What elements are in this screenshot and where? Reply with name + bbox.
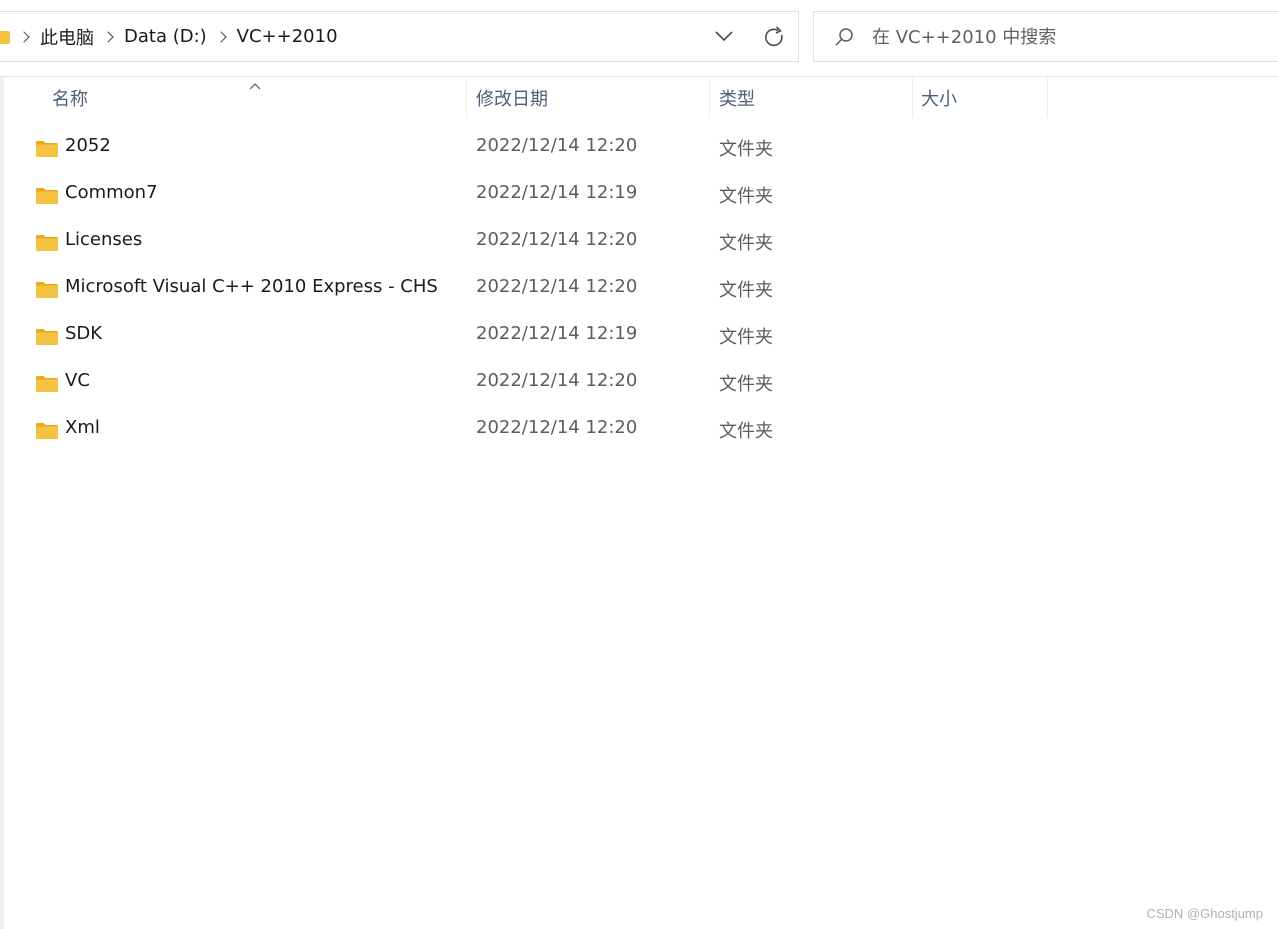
folder-icon: [35, 140, 59, 158]
column-divider[interactable]: [709, 78, 710, 118]
watermark: CSDN @Ghostjump: [1146, 906, 1263, 921]
file-name: VC: [65, 370, 90, 391]
search-input[interactable]: [872, 22, 1252, 52]
file-type: 文件夹: [719, 374, 773, 395]
file-date: 2022/12/14 12:20: [476, 135, 638, 156]
folder-icon: [35, 375, 59, 393]
refresh-icon[interactable]: [760, 23, 788, 51]
toolbar-divider: [0, 76, 1278, 77]
file-row[interactable]: Common7 2022/12/14 12:19 文件夹: [30, 174, 1030, 214]
file-row[interactable]: 2052 2022/12/14 12:20 文件夹: [30, 127, 1030, 167]
breadcrumb: 此电脑 Data (D:) VC++2010: [0, 12, 338, 61]
folder-icon: [0, 29, 10, 45]
column-divider[interactable]: [1047, 78, 1048, 118]
chevron-right-icon[interactable]: [215, 30, 227, 43]
file-row[interactable]: Xml 2022/12/14 12:20 文件夹: [30, 409, 1030, 449]
file-type: 文件夹: [719, 327, 773, 348]
file-type: 文件夹: [719, 139, 773, 160]
breadcrumb-item-data-drive[interactable]: Data (D:): [124, 26, 207, 47]
file-name: 2052: [65, 135, 111, 156]
column-divider[interactable]: [466, 78, 467, 118]
file-type: 文件夹: [719, 280, 773, 301]
column-header-type[interactable]: 类型: [719, 78, 911, 118]
column-divider[interactable]: [912, 78, 913, 118]
file-date: 2022/12/14 12:19: [476, 323, 638, 344]
column-header-date[interactable]: 修改日期: [476, 78, 708, 118]
file-row[interactable]: VC 2022/12/14 12:20 文件夹: [30, 362, 1030, 402]
file-name: SDK: [65, 323, 103, 344]
column-header-size[interactable]: 大小: [921, 78, 1046, 118]
file-date: 2022/12/14 12:20: [476, 417, 638, 438]
breadcrumb-item-this-pc[interactable]: 此电脑: [40, 24, 94, 50]
chevron-right-icon[interactable]: [102, 30, 114, 43]
file-name: Licenses: [65, 229, 143, 250]
folder-icon: [35, 281, 59, 299]
file-date: 2022/12/14 12:20: [476, 370, 638, 391]
folder-icon: [35, 234, 59, 252]
folder-icon: [35, 422, 59, 440]
file-type: 文件夹: [719, 233, 773, 254]
chevron-down-icon[interactable]: [713, 25, 735, 47]
file-date: 2022/12/14 12:19: [476, 182, 638, 203]
file-type: 文件夹: [719, 421, 773, 442]
folder-icon: [35, 328, 59, 346]
address-bar[interactable]: 此电脑 Data (D:) VC++2010: [0, 11, 799, 62]
folder-icon: [35, 187, 59, 205]
file-type: 文件夹: [719, 186, 773, 207]
search-icon: [832, 25, 856, 49]
toolbar: 此电脑 Data (D:) VC++2010: [0, 0, 1278, 76]
file-date: 2022/12/14 12:20: [476, 229, 638, 250]
file-name: Xml: [65, 417, 100, 438]
navigation-pane-edge[interactable]: [0, 77, 4, 929]
file-row[interactable]: Microsoft Visual C++ 2010 Express - CHS …: [30, 268, 1030, 308]
column-header-name[interactable]: 名称: [52, 78, 466, 118]
chevron-right-icon[interactable]: [18, 30, 30, 43]
search-box[interactable]: [813, 11, 1278, 62]
file-date: 2022/12/14 12:20: [476, 276, 638, 297]
breadcrumb-item-vc2010[interactable]: VC++2010: [237, 26, 338, 47]
file-name: Microsoft Visual C++ 2010 Express - CHS: [65, 276, 438, 297]
file-name: Common7: [65, 182, 158, 203]
file-row[interactable]: Licenses 2022/12/14 12:20 文件夹: [30, 221, 1030, 261]
file-row[interactable]: SDK 2022/12/14 12:19 文件夹: [30, 315, 1030, 355]
